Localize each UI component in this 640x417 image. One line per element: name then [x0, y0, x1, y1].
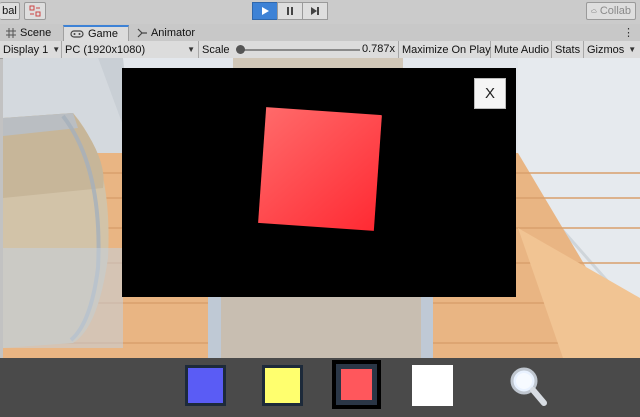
- display-dropdown[interactable]: Display 1 ▼: [0, 41, 62, 58]
- mute-audio-label: Mute Audio: [494, 43, 550, 56]
- mute-audio-toggle[interactable]: Mute Audio: [491, 41, 552, 58]
- stats-label: Stats: [555, 43, 581, 56]
- swatch-red-fill: [341, 369, 372, 400]
- collab-label: Collab: [599, 5, 631, 17]
- close-button-label: X: [484, 85, 495, 102]
- grid-icon: [6, 28, 16, 38]
- tab-scene[interactable]: Scene: [0, 25, 62, 41]
- stats-toggle[interactable]: Stats: [552, 41, 584, 58]
- editor-tab-strip: Scene Game Animator ⋮: [0, 24, 640, 42]
- swatch-white[interactable]: [412, 365, 453, 406]
- pause-icon: [287, 7, 293, 15]
- global-toggle-label: bal: [2, 5, 17, 17]
- maximize-on-play-label: Maximize On Play: [402, 43, 491, 56]
- step-icon: [311, 7, 319, 15]
- chevron-down-icon: ▼: [187, 45, 195, 54]
- tab-game[interactable]: Game: [63, 25, 129, 41]
- cloud-icon: [591, 9, 597, 13]
- tab-animator[interactable]: Animator: [131, 25, 201, 41]
- collab-button[interactable]: Collab: [586, 2, 636, 20]
- display-dropdown-value: Display 1: [3, 43, 49, 56]
- resolution-dropdown-value: PC (1920x1080): [65, 43, 146, 56]
- gamepad-icon: [70, 30, 84, 38]
- scale-slider-track[interactable]: [240, 49, 360, 51]
- swatch-yellow[interactable]: [262, 365, 303, 406]
- close-button[interactable]: X: [474, 78, 506, 109]
- chevron-down-icon: ▼: [52, 45, 61, 54]
- editor-toolbar: bal Collab: [0, 0, 640, 25]
- magnifier-icon[interactable]: [508, 365, 548, 409]
- play-button[interactable]: [252, 2, 278, 20]
- playback-controls: [252, 2, 328, 20]
- snap-icon[interactable]: [24, 2, 46, 20]
- gizmos-dropdown[interactable]: Gizmos ▼: [584, 41, 640, 58]
- resolution-dropdown[interactable]: PC (1920x1080) ▼: [62, 41, 199, 58]
- step-button[interactable]: [302, 2, 328, 20]
- game-view-bar: Display 1 ▼ PC (1920x1080) ▼ Scale 0.787…: [0, 41, 640, 59]
- tab-game-label: Game: [88, 28, 118, 40]
- swatch-white-fill: [412, 365, 453, 406]
- maximize-on-play-toggle[interactable]: Maximize On Play: [399, 41, 491, 58]
- scale-slider-handle[interactable]: [236, 45, 245, 54]
- swatch-red[interactable]: [332, 360, 381, 409]
- tab-menu-icon[interactable]: ⋮: [623, 26, 634, 39]
- scale-value: 0.787x: [362, 43, 396, 55]
- animator-icon: [137, 28, 147, 38]
- toolbar-left-group: bal: [0, 2, 46, 20]
- global-toggle[interactable]: bal: [0, 2, 20, 20]
- swatch-yellow-fill: [265, 368, 300, 403]
- pause-button[interactable]: [277, 2, 303, 20]
- play-icon: [262, 7, 269, 15]
- scale-label: Scale: [202, 43, 230, 56]
- tab-animator-label: Animator: [150, 27, 195, 39]
- tab-scene-label: Scene: [20, 27, 52, 39]
- gizmos-label: Gizmos: [587, 43, 625, 56]
- swatch-blue[interactable]: [185, 365, 226, 406]
- chevron-down-icon: ▼: [628, 45, 637, 54]
- swatch-blue-fill: [188, 368, 223, 403]
- color-preview-square: [258, 107, 382, 231]
